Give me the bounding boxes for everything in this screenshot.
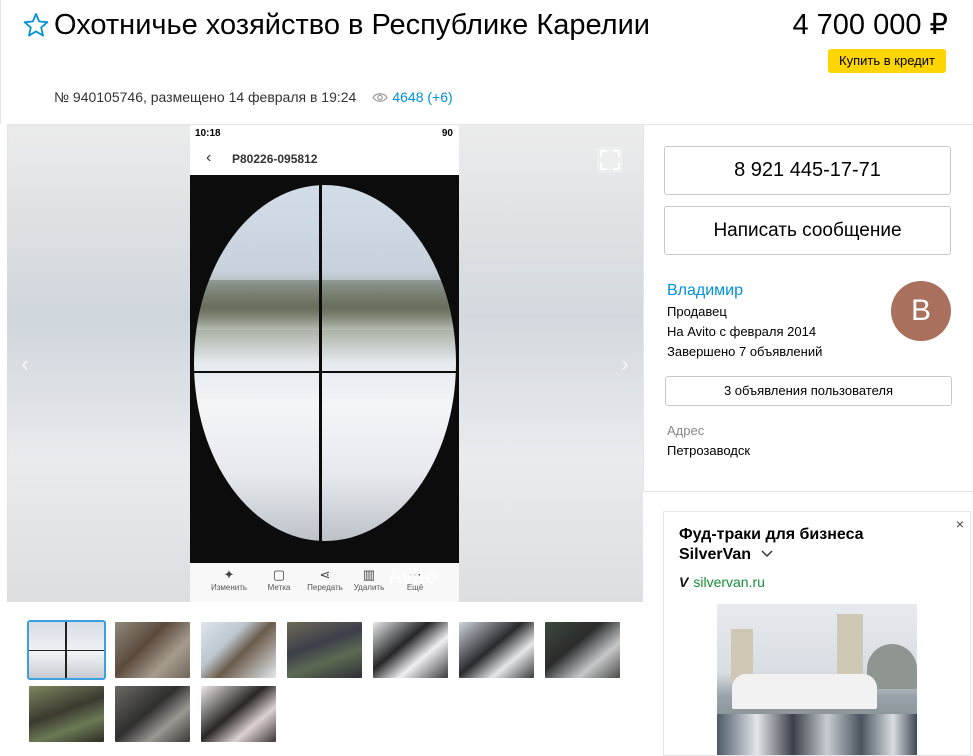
phone-tool-share: ⋖ Передать xyxy=(300,567,350,592)
close-icon[interactable]: × xyxy=(956,516,964,532)
show-phone-button[interactable]: 8 921 445-17-71 xyxy=(664,146,951,195)
thumbnail-5[interactable] xyxy=(373,622,448,678)
contact-sidebar: 8 921 445-17-71 Написать сообщение Влади… xyxy=(643,124,973,492)
share-icon: ⋖ xyxy=(319,567,331,582)
phone-tool-tag: ▢ Метка xyxy=(254,567,304,592)
avito-watermark: Avito xyxy=(388,566,438,588)
phone-battery: 90 xyxy=(441,128,453,139)
buy-on-credit-button[interactable]: Купить в кредит xyxy=(828,49,946,73)
seller-role: Продавец xyxy=(667,304,727,319)
chevron-right-icon[interactable]: › xyxy=(615,351,635,379)
wand-icon: ✦ xyxy=(223,567,235,582)
thumbnail-3[interactable] xyxy=(201,622,276,678)
views-count-link[interactable]: 4648 (+6) xyxy=(392,89,452,105)
silvervan-logo-icon: V xyxy=(679,574,689,590)
scope-view xyxy=(190,175,459,563)
trash-icon: ▥ xyxy=(362,567,376,582)
thumbnail-2[interactable] xyxy=(115,622,190,678)
thumbnail-1[interactable] xyxy=(27,620,106,680)
tag-icon: ▢ xyxy=(272,567,286,582)
thumbnail-7[interactable] xyxy=(545,622,620,678)
thumbnail-9[interactable] xyxy=(115,686,190,742)
phone-tool-label: Метка xyxy=(267,583,291,592)
treeline xyxy=(194,280,456,330)
thumbnail-8[interactable] xyxy=(29,686,104,742)
seller-completed: Завершено 7 объявлений xyxy=(667,344,823,359)
main-photo[interactable]: 10:18 90 ‹ P80226-095812 ✦ Изменить ▢ Метк… xyxy=(190,125,459,602)
photo-gallery[interactable]: 10:18 90 ‹ P80226-095812 ✦ Изменить ▢ Метк… xyxy=(7,124,643,602)
chevron-down-icon[interactable] xyxy=(760,549,774,559)
listing-header: Охотничье хозяйство в Республике Карелии… xyxy=(0,0,973,124)
phone-app-bar: ‹ P80226-095812 xyxy=(190,143,459,175)
listing-page: Охотничье хозяйство в Республике Карелии… xyxy=(0,0,973,756)
phone-status-bar: 10:18 90 xyxy=(190,125,459,143)
ad-image-food-truck xyxy=(732,674,877,709)
avatar[interactable]: В xyxy=(891,281,951,341)
advertisement[interactable]: × Фуд-траки для бизнеса SilverVan V silv… xyxy=(663,511,971,756)
listing-number-date: № 940105746, размещено 14 февраля в 19:2… xyxy=(54,89,357,105)
ad-domain-text: silvervan.ru xyxy=(693,574,765,590)
address-label: Адрес xyxy=(667,423,705,438)
ad-domain[interactable]: V silvervan.ru xyxy=(679,574,765,590)
ad-image[interactable] xyxy=(717,604,917,755)
crosshair-horizontal xyxy=(190,371,459,373)
chevron-left-icon[interactable]: ‹ xyxy=(15,351,35,379)
write-message-button[interactable]: Написать сообщение xyxy=(664,206,951,255)
thumbnail-4[interactable] xyxy=(287,622,362,678)
phone-tool-label: Удалить xyxy=(353,583,385,592)
thumbnail-6[interactable] xyxy=(459,622,534,678)
fullscreen-icon[interactable] xyxy=(597,147,623,173)
user-ads-button[interactable]: 3 объявления пользователя xyxy=(665,376,952,406)
price: 4 700 000 ₽ xyxy=(792,9,948,41)
thumbnail-strip xyxy=(27,620,629,752)
star-outline-icon[interactable] xyxy=(23,12,49,38)
thumbnail-10[interactable] xyxy=(201,686,276,742)
listing-meta: № 940105746, размещено 14 февраля в 19:2… xyxy=(54,89,453,105)
ad-title[interactable]: Фуд-траки для бизнеса SilverVan xyxy=(679,525,939,565)
phone-time: 10:18 xyxy=(195,128,221,139)
address-value: Петрозаводск xyxy=(667,443,751,458)
listing-title: Охотничье хозяйство в Республике Карелии xyxy=(54,9,650,41)
thumbnail-crosshair-h xyxy=(29,650,104,651)
phone-tool-label: Изменить xyxy=(210,583,248,592)
phone-file-name: P80226-095812 xyxy=(232,152,318,166)
seller-since: На Avito с февраля 2014 xyxy=(667,324,817,339)
phone-back-icon: ‹ xyxy=(206,149,212,166)
eye-icon xyxy=(372,92,389,102)
seller-name-link[interactable]: Владимир xyxy=(667,282,743,300)
phone-tool-edit: ✦ Изменить xyxy=(204,567,254,592)
crosshair-vertical xyxy=(319,175,322,563)
ad-image-people xyxy=(717,714,917,755)
phone-tool-label: Передать xyxy=(307,583,343,592)
scope-lens xyxy=(194,185,456,541)
phone-tool-delete: ▥ Удалить xyxy=(344,567,394,592)
